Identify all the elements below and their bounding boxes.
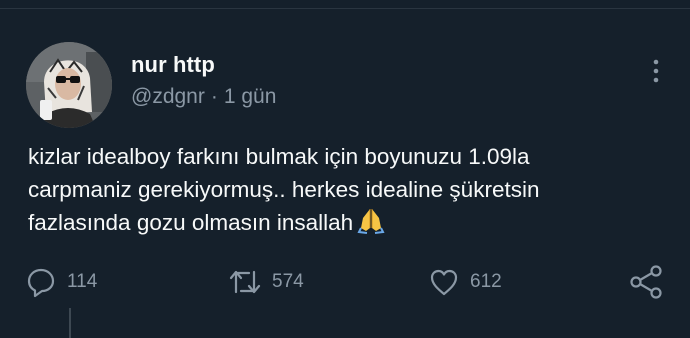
- avatar[interactable]: [26, 42, 112, 128]
- tweet-text-line-content: fazlasında gozu olmasın insallah: [28, 210, 354, 235]
- like-count: 612: [470, 271, 502, 292]
- reply-icon: [27, 268, 55, 298]
- tweet-meta: @zdgnr · 1 gün: [131, 85, 276, 109]
- share-button[interactable]: [628, 264, 664, 300]
- more-icon: [653, 59, 659, 83]
- divider: [0, 8, 690, 9]
- display-name[interactable]: nur http: [131, 52, 215, 78]
- thread-connector: [69, 308, 71, 338]
- like-button[interactable]: 612: [428, 264, 502, 300]
- tweet-text-line: carpmaniz gerekiyormuş.. herkes idealine…: [28, 177, 540, 202]
- tweet-time[interactable]: 1 gün: [224, 85, 277, 108]
- folded-hands-icon: [357, 206, 385, 243]
- reply-button[interactable]: 114: [25, 264, 97, 300]
- user-handle[interactable]: @zdgnr: [131, 85, 205, 108]
- avatar-photo: [26, 42, 112, 128]
- retweet-count: 574: [272, 271, 304, 292]
- tweet-text: kizlar idealboy farkını bulmak için boyu…: [28, 140, 668, 243]
- more-options-button[interactable]: [643, 56, 669, 86]
- tweet: nur http @zdgnr · 1 gün kizlar idealboy fa…: [0, 0, 690, 338]
- share-icon: [630, 265, 662, 299]
- tweet-text-line: fazlasında gozu olmasın insallah: [28, 206, 668, 243]
- reply-count: 114: [67, 271, 98, 292]
- retweet-button[interactable]: 574: [228, 264, 304, 300]
- separator: ·: [210, 85, 218, 108]
- tweet-text-line: kizlar idealboy farkını bulmak için boyu…: [28, 144, 530, 169]
- retweet-icon: [229, 270, 261, 294]
- heart-icon: [430, 269, 458, 296]
